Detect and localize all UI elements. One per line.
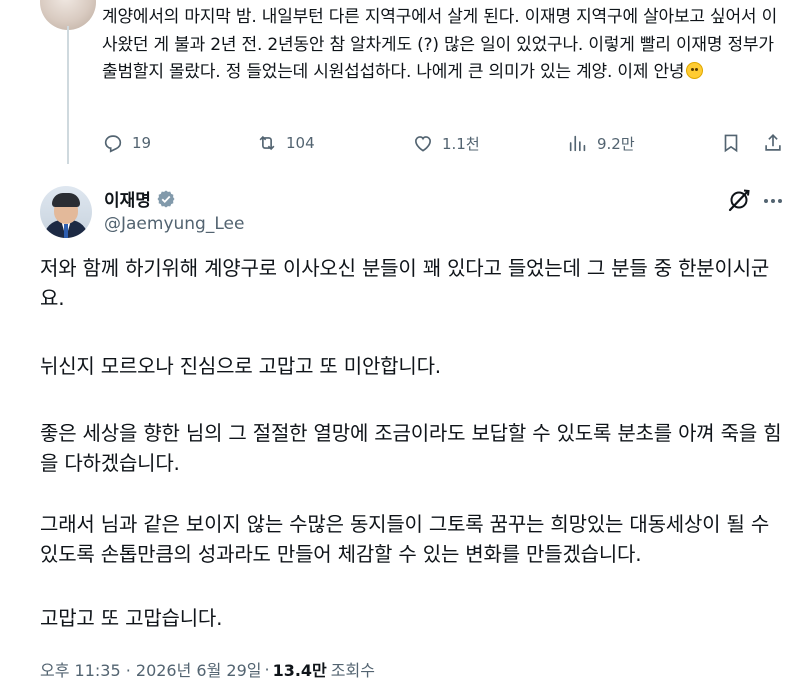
views-count: 9.2만 [597,134,635,153]
parent-tweet-body: 계양에서의 마지막 밤. 내일부턴 다른 지역구에서 살게 된다. 이재명 지역… [102,7,780,82]
tweet-paragraph: 고맙고 또 고맙습니다. [40,606,223,630]
tweet-timestamp[interactable]: 오후 11:35 · 2026년 6월 29일 [40,657,261,681]
like-button[interactable]: 1.1천 [412,128,480,158]
views-button[interactable]: 9.2만 [567,128,635,158]
heart-icon [415,136,431,152]
tweet-meta: 오후 11:35 · 2026년 6월 29일 · 13.4만 조회수 [40,657,375,681]
repost-count: 104 [286,134,315,152]
face-holding-back-tears-icon [686,62,704,79]
grok-icon[interactable] [726,187,752,213]
reply-count: 19 [132,134,152,152]
share-button[interactable] [762,128,784,158]
like-count: 1.1천 [442,134,480,153]
reply-icon [104,135,122,153]
tweet-views-count: 13.4만 [272,661,327,680]
repost-button[interactable]: 104 [256,128,315,158]
author-handle[interactable]: @Jaemyung_Lee [104,214,244,234]
tweet-paragraph: 저와 함께 하기위해 계양구로 이사오신 분들이 꽤 있다고 들었는데 그 분들… [40,256,770,310]
author-avatar[interactable] [40,186,92,238]
tweet-paragraph: 뉘신지 모르오나 진심으로 고맙고 또 미안합니다. [40,354,441,378]
author-display-name[interactable]: 이재명 [104,186,151,211]
more-options-icon[interactable] [760,188,786,214]
verified-badge-icon[interactable] [156,189,176,209]
parent-tweet-actions: 19 104 1.1천 9.2만 [102,128,784,158]
bookmark-button[interactable] [720,128,742,158]
meta-separator: · [264,659,270,679]
analytics-icon [569,135,586,152]
bookmark-icon [724,134,738,153]
share-icon [765,134,781,151]
tweet-paragraph: 그래서 님과 같은 보이지 않는 수많은 동지들이 그토록 꿈꾸는 희망있는 대… [40,512,770,566]
tweet-detail-page: 계양에서의 마지막 밤. 내일부턴 다른 지역구에서 살게 된다. 이재명 지역… [0,0,800,688]
author-name-row: 이재명 [104,186,176,211]
reply-button[interactable]: 19 [102,128,151,158]
repost-icon [259,135,275,151]
tweet-paragraph: 좋은 세상을 향한 님의 그 절절한 열망에 조금이라도 보답할 수 있도록 분… [40,421,782,475]
parent-tweet-text: 계양에서의 마지막 밤. 내일부턴 다른 지역구에서 살게 된다. 이재명 지역… [102,4,782,87]
thread-connector-line [67,26,69,164]
tweet-views-label: 조회수 [330,661,375,680]
